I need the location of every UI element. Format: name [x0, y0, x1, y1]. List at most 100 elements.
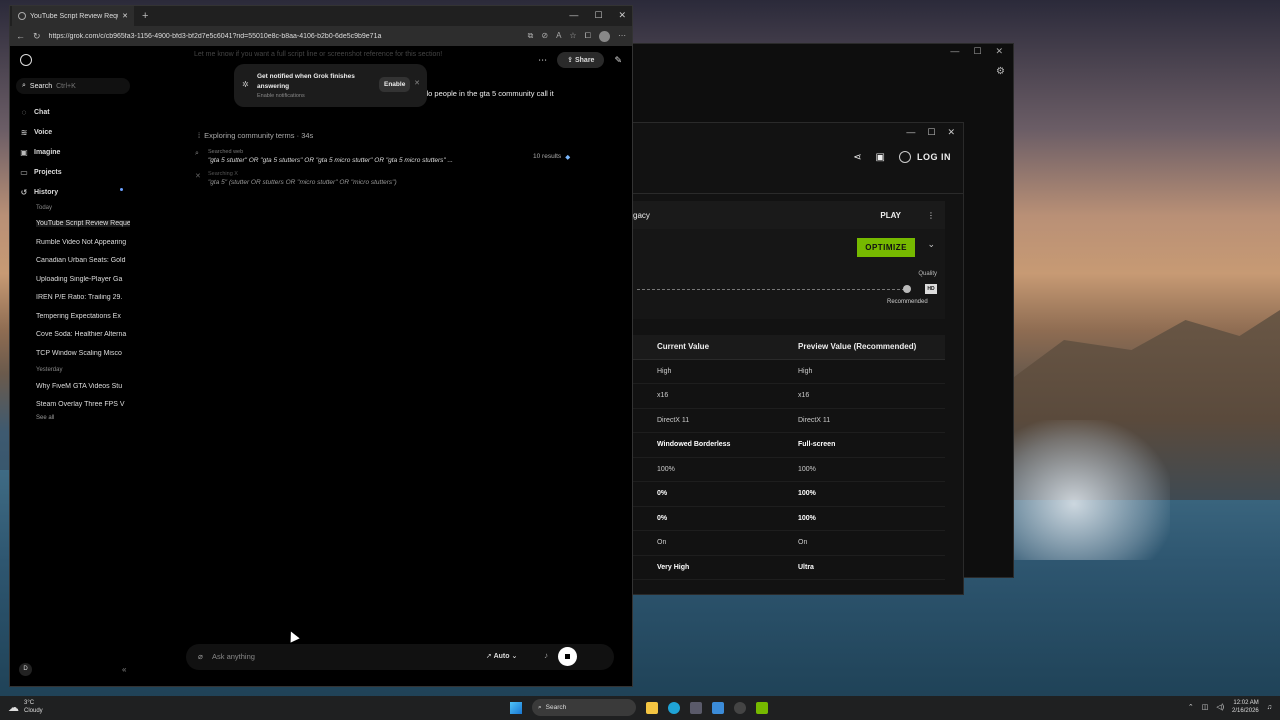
back-icon[interactable]: ← [16, 31, 25, 41]
quality-label: Quality [918, 271, 937, 277]
history-item[interactable]: IREN P/E Ratio: Trailing 29. [36, 294, 130, 301]
history-item[interactable]: Rumble Video Not Appearing [36, 239, 130, 246]
sidebar-item-projects[interactable]: ▭ Projects [20, 168, 61, 177]
profile-avatar[interactable] [599, 30, 610, 42]
sidebar-item-history[interactable]: ↺ History [20, 188, 58, 197]
weather-widget[interactable]: ☁ 3°C Cloudy [8, 699, 43, 715]
close-tab-icon[interactable]: ✕ [122, 12, 128, 20]
history-item[interactable]: YouTube Script Review Request [36, 220, 130, 227]
maximize-icon[interactable]: ☐ [594, 10, 602, 21]
notification-subtitle: Enable notifications [257, 93, 305, 99]
enable-button[interactable]: Enable [379, 77, 411, 92]
notification-title: Get notified when Grok finishes answerin… [257, 73, 355, 90]
network-icon[interactable]: ◫ [1202, 703, 1209, 711]
gear-icon[interactable]: ⚙ [996, 66, 1005, 77]
history-item[interactable]: Tempering Expectations Ex [36, 313, 130, 320]
more-icon[interactable]: ⋮ [927, 211, 935, 220]
minimize-icon[interactable]: — [950, 46, 959, 56]
mode-selector[interactable]: ➚ Auto ⌄ [486, 652, 517, 660]
voice-icon: ≋ [20, 128, 28, 137]
searching-x-label: Searching X [208, 171, 238, 177]
history-item[interactable]: Canadian Urban Seats: Gold [36, 257, 130, 264]
game-name: gacy [633, 210, 650, 220]
read-aloud-icon[interactable]: A [556, 31, 561, 42]
history-item[interactable]: Steam Overlay Three FPS V [36, 401, 130, 408]
chevron-down-icon[interactable]: ⌄ [927, 239, 935, 250]
recommended-label: Recommended [887, 299, 928, 305]
more-icon[interactable]: ⋯ [618, 31, 626, 42]
tracking-icon[interactable]: ⊘ [541, 31, 548, 42]
taskbar-search[interactable]: ⌕ Search [532, 699, 636, 716]
extension-icon[interactable]: ⧉ [528, 31, 534, 42]
thinking-icon: ⁞ [198, 131, 201, 140]
file-explorer-icon[interactable] [646, 701, 658, 714]
cloud-icon: ☁ [8, 701, 19, 714]
attach-icon[interactable]: ⌀ [198, 652, 203, 661]
col-preview: Preview Value (Recommended) [798, 335, 945, 360]
sidebar-item-imagine[interactable]: ▣ Imagine [20, 148, 60, 157]
thinking-status[interactable]: ⁞ Exploring community terms · 34s [198, 131, 313, 140]
sidebar-item-voice[interactable]: ≋ Voice [20, 128, 53, 137]
maximize-icon[interactable]: ☐ [973, 46, 981, 57]
feedback-icon[interactable]: ▣ [876, 152, 885, 163]
preview-value: x16 [798, 383, 945, 409]
browser-tab[interactable]: YouTube Script Review Request - G ✕ [12, 6, 134, 26]
close-icon[interactable]: ✕ [995, 46, 1003, 57]
history-item[interactable]: TCP Window Scaling Misco [36, 350, 130, 357]
close-icon[interactable]: ✕ [618, 10, 626, 21]
slider-knob[interactable] [903, 285, 911, 293]
results-count[interactable]: 10 results ◆ [533, 153, 570, 161]
play-button[interactable]: PLAY [880, 211, 901, 220]
login-button[interactable]: LOG IN [899, 151, 951, 163]
favorite-icon[interactable]: ☆ [569, 31, 576, 42]
new-tab-icon[interactable]: + [142, 10, 148, 22]
settings-row: 0% 100% [633, 506, 945, 531]
notification-bell-icon[interactable]: ♫ [1267, 704, 1272, 711]
current-value: Very High [657, 555, 798, 580]
close-icon[interactable]: ✕ [947, 127, 955, 138]
clock[interactable]: 12:02 AM 2/16/2026 [1232, 699, 1259, 715]
preview-value: Ultra [798, 555, 945, 580]
settings-app-icon[interactable] [734, 701, 746, 714]
preview-value: Full-screen [798, 432, 945, 458]
grok-logo-icon[interactable] [20, 54, 32, 66]
volume-icon[interactable]: ◁) [1216, 703, 1224, 711]
nvidia-app-icon[interactable] [756, 701, 768, 714]
sidebar-search[interactable]: ⌕ Search Ctrl+K [16, 78, 130, 94]
refresh-icon[interactable]: ↻ [33, 31, 41, 42]
taskbar: ☁ 3°C Cloudy ⌕ Search ⌃ ◫ ◁) 12:02 AM 2/16/… [0, 696, 1280, 720]
chevron-up-icon[interactable]: ⌃ [1188, 703, 1194, 711]
close-icon[interactable]: ✕ [414, 79, 420, 87]
collections-icon[interactable]: ⧠ [585, 31, 591, 42]
quality-slider[interactable]: Quality HD Recommended [633, 269, 945, 319]
stop-button[interactable] [558, 647, 577, 666]
minimize-icon[interactable]: — [906, 127, 915, 138]
share-button[interactable]: ⇪ Share [557, 52, 605, 68]
maximize-icon[interactable]: ☐ [927, 127, 935, 138]
microphone-icon[interactable]: ♪ [544, 651, 548, 660]
minimize-icon[interactable]: — [569, 10, 578, 21]
slider-track [637, 289, 905, 290]
history-item[interactable]: Uploading Single-Player Ga [36, 276, 130, 283]
notepad-icon[interactable] [712, 701, 724, 714]
preview-value: High [798, 359, 945, 384]
more-icon[interactable]: ⋯ [538, 55, 547, 66]
optimize-button[interactable]: OPTIMIZE [857, 238, 915, 257]
store-icon[interactable] [690, 701, 702, 714]
new-chat-icon[interactable]: ✎ [614, 55, 622, 66]
sidebar-item-chat[interactable]: ◌ Chat [20, 108, 50, 117]
see-all-link[interactable]: See all [36, 415, 54, 421]
windows-start-icon[interactable] [510, 701, 522, 714]
avatar[interactable]: D [19, 663, 32, 676]
collapse-sidebar-icon[interactable]: « [122, 665, 126, 674]
settings-table: Current Value Preview Value (Recommended… [633, 335, 945, 580]
url-field[interactable]: https://grok.com/c/cb965fa3-1156-4900-bf… [49, 33, 520, 40]
tab-title: YouTube Script Review Request - G [30, 12, 118, 20]
history-item[interactable]: Why FiveM GTA Videos Stu [36, 383, 130, 390]
bell-icon: ✲ [242, 80, 249, 89]
chat-input[interactable]: Ask anything [212, 652, 255, 661]
edge-icon[interactable] [668, 701, 680, 714]
share-icon[interactable]: ⋖ [853, 152, 861, 163]
history-item[interactable]: Cove Soda: Healthier Alterna [36, 331, 130, 338]
preview-value: 100% [798, 457, 945, 482]
